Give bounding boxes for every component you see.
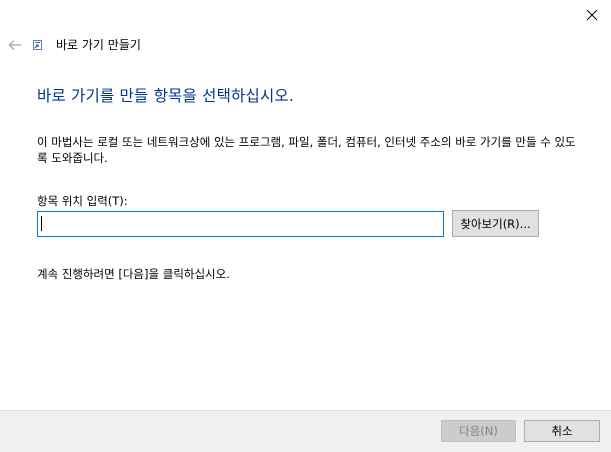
cancel-button[interactable]: 취소 xyxy=(524,420,600,442)
browse-button[interactable]: 찾아보기(R)... xyxy=(452,210,539,237)
back-button[interactable] xyxy=(4,34,26,56)
continue-instruction: 계속 진행하려면 [다음]을 클릭하십시오. xyxy=(37,267,230,281)
text-caret xyxy=(41,216,42,231)
location-input[interactable] xyxy=(37,211,444,237)
next-button[interactable]: 다음(N) xyxy=(441,420,516,442)
wizard-description: 이 마법사는 로컬 또는 네트워크상에 있는 프로그램, 파일, 폴더, 컴퓨터… xyxy=(37,135,576,165)
location-field-label: 항목 위치 입력(T): xyxy=(37,194,128,208)
close-icon xyxy=(586,9,598,21)
create-shortcut-window: 바로 가기 만들기 바로 가기를 만들 항목을 선택하십시오. 이 마법사는 로… xyxy=(0,0,611,452)
main-instruction: 바로 가기를 만들 항목을 선택하십시오. xyxy=(37,87,294,105)
shortcut-icon xyxy=(33,40,42,50)
wizard-header: 바로 가기 만들기 xyxy=(0,34,611,56)
back-arrow-icon xyxy=(8,40,21,50)
wizard-title: 바로 가기 만들기 xyxy=(56,38,141,52)
wizard-footer: 다음(N) 취소 xyxy=(0,410,611,452)
close-button[interactable] xyxy=(577,2,607,28)
